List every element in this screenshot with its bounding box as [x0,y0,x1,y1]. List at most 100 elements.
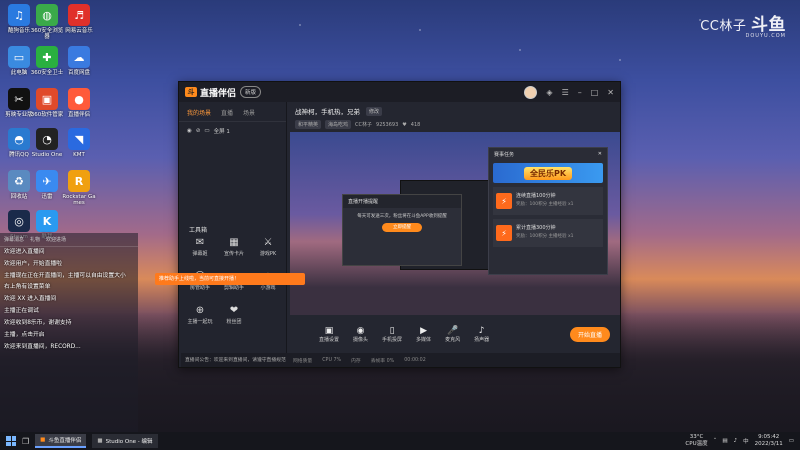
notify-now-button[interactable]: 立即提醒 [382,223,422,233]
minimize-icon[interactable]: – [578,88,582,97]
ime-icon[interactable]: 中 [743,437,749,445]
status-item: CPU 7% [322,357,342,363]
media-icon: ▶ [420,326,428,336]
event-panel-close-icon[interactable]: ✕ [598,151,602,158]
start-stream-button[interactable]: 开始直播 [569,327,610,342]
toolbar-label: 麦克风 [445,337,461,343]
lock-icon[interactable]: ⊘ [196,128,201,134]
system-clock[interactable]: 9:05:42 2022/3/11 [755,434,783,448]
room-owner: CC林子 [355,122,373,128]
desktop-icon[interactable]: R Rockstar Games [62,170,96,206]
task-item[interactable]: ⚡ 连续直播100分钟 奖励：100积分 主播经验 x1 [493,187,603,215]
toolbar-camera[interactable]: ◉ 摄像头 [353,326,368,343]
viewer-count: 418 [410,121,421,128]
danmaku-icon: ✉ [195,237,205,248]
user-avatar[interactable] [524,85,538,99]
window-titlebar: 斗 直播伴侣 新版 ◈ ☰ – □ ✕ [179,82,620,102]
mic-icon: 🎤 [446,326,459,336]
qq-icon: ◓ [8,128,30,150]
edit-title-button[interactable]: 修改 [366,106,383,116]
chat-message: 欢迎收到8乐币，谢谢支持 [4,319,72,326]
close-icon[interactable]: ✕ [607,88,614,97]
task-item[interactable]: ⚡ 累计直播300分钟 奖励：100积分 主播经验 x1 [493,219,603,247]
desktop-icon[interactable]: ♬ 网易云音乐 [62,4,96,34]
desktop-icon[interactable]: ✈ 迅雷 [30,170,64,200]
chat-message: 主播正在调试 [4,308,39,315]
scene-item[interactable]: ◉ ⊘ ▭ 全屏 1 [179,122,286,140]
scene-label: 全屏 1 [213,129,230,135]
toolbar-settings[interactable]: ▣ 直播设置 [319,326,339,343]
steam-icon: ◎ [8,210,30,232]
toolbar-label: 直播设置 [319,337,340,343]
status-item: 网络质量 [293,358,313,364]
tool-pk[interactable]: ⚔ 游戏PK [251,237,285,271]
desktop-icon[interactable]: ☁ 百度网盘 [62,46,96,76]
tab-live[interactable]: 直播 [221,108,233,117]
tool-card[interactable]: ▦ 宣传卡片 [217,237,251,271]
clock-date: 2022/3/11 [754,441,783,447]
tool-label: 主播一起玩 [187,319,213,325]
studio-icon: ■ [97,438,103,444]
toolbar-phone[interactable]: ▯ 手机投屏 [382,326,402,343]
tool-label: 游戏PK [259,251,277,257]
cpu-temp-readout[interactable]: 33°C CPU温度 [685,434,707,448]
desktop-icon-label: 360软件管家 [30,112,64,118]
desktop-icon[interactable]: ◥ KMT [62,128,96,158]
chat-message: 主播现在正在开直播间，主播可以自由设置大小 [4,272,126,279]
assistant-tip[interactable]: 推荐助手上线啦，当前可直接开播！ [155,273,305,285]
visible-eye-icon[interactable]: ◉ [187,128,192,134]
app-store-icon: ▣ [36,88,58,110]
toolbar-label: 多媒体 [416,337,432,343]
toolbar-media[interactable]: ▶ 多媒体 [416,326,431,343]
together-icon: ⊕ [195,305,205,316]
event-panel-title: 赛事任务 [494,152,515,158]
tool-fans[interactable]: ❤ 粉丝团 [217,305,251,339]
system-tray: 33°C CPU温度 ˄ ▤ ♪ 中 9:05:42 2022/3/11 ▭ [685,434,794,448]
announcement-bar[interactable]: 直播间公告：欢迎来到直播间，请遵守直播规范 [181,353,287,367]
viewer-icon: ♥ [402,121,407,128]
chat-message: 右上角有设置菜单 [4,284,51,291]
app-name: 直播伴侣 [200,88,237,99]
notification-icon[interactable]: ▭ [789,438,794,444]
taskbar-app-douyu[interactable]: ■ 斗鱼直播伴侣 [35,434,87,448]
volume-icon[interactable]: ♪ [734,438,738,444]
desktop-icon[interactable]: ● 直播伴侣 [62,88,96,118]
toolbar-speaker[interactable]: ♪ 扬声器 [474,326,489,343]
maximize-icon[interactable]: □ [591,88,599,97]
tab-scene[interactable]: 场景 [243,108,255,117]
chat-tab-welcome[interactable]: 欢迎进场 [46,236,66,243]
titlebar-controls: ◈ ☰ – □ ✕ [524,85,614,99]
desktop-icon[interactable]: ◔ Studio One [30,128,64,158]
desktop-icon-label: 百度网盘 [67,70,90,76]
shield-icon: ✚ [36,46,58,68]
menu-icon[interactable]: ☰ [562,88,569,97]
chevron-up-icon[interactable]: ˄ [714,438,717,444]
desktop-icon[interactable]: ◍ 360安全浏览器 [30,4,64,40]
task-view-icon[interactable]: ❐ [22,437,29,446]
taskbar-app-studio[interactable]: ■ Studio One - 编辑 [92,434,158,448]
chat-tab-danmaku[interactable]: 弹幕消息 [4,236,24,243]
cloud-music-icon: ♬ [68,4,90,26]
stream-title: 战神柯，手机热，兄弟 [295,108,360,116]
desktop-icon-label: 360安全卫士 [30,70,64,76]
settings-icon: ▣ [324,326,334,336]
toolbar-mic[interactable]: 🎤 麦克风 [445,326,460,343]
tab-my-scenes[interactable]: 我的场景 [187,108,211,117]
network-icon[interactable]: ▤ [722,438,727,444]
music-icon: ♫ [8,4,30,26]
tag-mode[interactable]: 海岛吃鸡 [325,120,352,129]
tag-game[interactable]: 和平精英 [295,120,322,129]
desktop-icon[interactable]: ✚ 360安全卫士 [30,46,64,76]
tool-together[interactable]: ⊕ 主播一起玩 [183,305,217,339]
windows-start-icon[interactable] [6,436,16,446]
chat-message: 欢迎进入直播间 [4,249,45,255]
version-badge[interactable]: 新版 [240,86,262,98]
task-title: 连续直播100分钟 [516,193,556,200]
chat-message: 主播，点击开启 [4,331,45,338]
event-banner[interactable]: 全民乐PK [493,163,603,183]
skin-icon[interactable]: ◈ [546,88,552,97]
tool-danmaku[interactable]: ✉ 弹幕姬 [183,237,217,271]
desktop-icon[interactable]: ▣ 360软件管家 [30,88,64,118]
chat-tab-gift[interactable]: 礼物 [30,236,40,243]
recycle-bin-icon: ♻ [8,170,30,192]
